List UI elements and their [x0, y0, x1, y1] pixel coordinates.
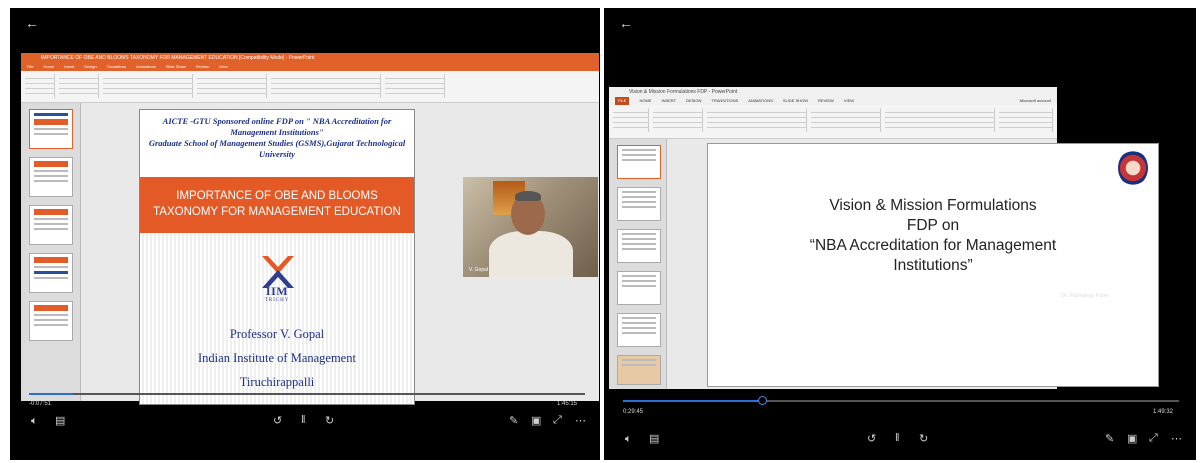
drawing-group[interactable] [271, 74, 381, 98]
thumbnail-1[interactable] [29, 109, 73, 149]
logo-subtext: TRICHY [264, 298, 290, 303]
slide-title: Vision & Mission Formulations FDP on “NB… [809, 197, 1057, 274]
pen-icon[interactable]: ✎ [1105, 432, 1114, 445]
webcam-video: V. Gopal [463, 177, 598, 277]
slide-title-band: IMPORTANCE OF OBE AND BLOOMS TAXONOMY FO… [140, 177, 414, 233]
tab-home[interactable]: Home [43, 63, 54, 71]
ppt-ribbon-tabs: File Home Insert Design Transitions Anim… [21, 63, 599, 71]
tab-insert[interactable]: Insert [64, 63, 74, 71]
thumbnail-3[interactable] [617, 229, 661, 263]
tab-file[interactable]: File [27, 63, 33, 71]
pause-icon[interactable]: ‖ [895, 432, 900, 444]
tab-slide-show[interactable]: SLIDE SHOW [783, 97, 808, 105]
thumbnail-4[interactable] [617, 271, 661, 305]
back-arrow-icon[interactable]: ← [25, 15, 39, 31]
rewind-icon[interactable]: ↺ [867, 432, 876, 445]
tab-review[interactable]: REVIEW [818, 97, 834, 105]
thumbnail-3[interactable] [29, 205, 73, 245]
editing-group[interactable] [999, 108, 1053, 132]
tab-design[interactable]: Design [84, 63, 96, 71]
rewind-icon[interactable]: ↺ [273, 414, 282, 427]
emblem-icon [1118, 150, 1148, 186]
drawing-group[interactable] [885, 108, 995, 132]
font-group[interactable] [103, 74, 193, 98]
person-body [489, 231, 573, 277]
tab-view[interactable]: VIEW [844, 97, 854, 105]
font-group[interactable] [707, 108, 807, 132]
slide-thumbnails [609, 139, 667, 389]
captions-icon[interactable]: ▤ [55, 414, 65, 427]
ppt-ribbon [21, 71, 599, 103]
captions-icon[interactable]: ▤ [649, 432, 659, 445]
thumbnail-5[interactable] [29, 301, 73, 341]
ppt-title-bar: Vision & Mission Formulations FDP - Powe… [609, 87, 1057, 97]
clipboard-group[interactable] [25, 74, 55, 98]
tab-insert[interactable]: INSERT [661, 97, 676, 105]
progress-bar[interactable] [29, 393, 585, 395]
tab-design[interactable]: DESIGN [686, 97, 701, 105]
paragraph-group[interactable] [197, 74, 267, 98]
thumbnail-4[interactable] [29, 253, 73, 293]
thumbnail-1[interactable] [617, 145, 661, 179]
tab-view[interactable]: View [219, 63, 228, 71]
forward-icon[interactable]: ↻ [325, 414, 334, 427]
tab-home[interactable]: HOME [639, 97, 651, 105]
slides-group[interactable] [59, 74, 99, 98]
slide-thumbnails [21, 103, 81, 401]
progress-knob[interactable] [758, 396, 767, 405]
current-slide: Vision & Mission Formulations FDP on “NB… [707, 143, 1159, 387]
more-icon[interactable]: ⋯ [575, 414, 586, 427]
volume-icon[interactable]: 🔈︎ [625, 433, 632, 446]
tab-transitions[interactable]: Transitions [107, 63, 126, 71]
tab-file[interactable]: FILE [615, 97, 630, 105]
speaker-name: Dr. Pankajray Patel [1061, 293, 1109, 299]
account-link[interactable]: Microsoft account [1020, 97, 1057, 105]
expand-icon[interactable]: ⤢ [553, 414, 562, 427]
progress-fill [29, 393, 74, 395]
tab-slide-show[interactable]: Slide Show [166, 63, 186, 71]
pen-icon[interactable]: ✎ [509, 414, 518, 427]
tab-animations[interactable]: Animations [136, 63, 156, 71]
time-elapsed: 0:29:45 [623, 409, 644, 415]
expand-icon[interactable]: ⤢ [1149, 432, 1158, 445]
paragraph-group[interactable] [811, 108, 881, 132]
ppt-title-bar: IMPORTANCE OF OBE AND BLOOMS TAXONOMY FO… [21, 53, 599, 63]
progress-fill [623, 400, 762, 402]
miniplayer-icon[interactable]: ▣ [531, 414, 541, 427]
volume-icon[interactable]: 🔈︎ [31, 415, 38, 428]
presenter-block: Professor V. Gopal Indian Institute of M… [198, 327, 356, 389]
logo-text: IIM [265, 284, 289, 298]
thumbnail-6[interactable] [617, 355, 661, 385]
back-arrow-icon[interactable]: ← [619, 15, 633, 31]
current-slide: AICTE -GTU Sponsored online FDP on " NBA… [139, 109, 415, 405]
left-video-panel: ← IMPORTANCE OF OBE AND BLOOMS TAXONOMY … [10, 8, 600, 460]
time-elapsed: -0:07:51 [29, 401, 52, 407]
slides-group[interactable] [653, 108, 703, 132]
thumbnail-5[interactable] [617, 313, 661, 347]
slide-header: AICTE -GTU Sponsored online FDP on " NBA… [148, 116, 406, 159]
editing-group[interactable] [385, 74, 445, 98]
webcam-name: V. Gopal [469, 267, 488, 273]
forward-icon[interactable]: ↻ [919, 432, 928, 445]
more-icon[interactable]: ⋯ [1171, 432, 1182, 445]
thumbnail-2[interactable] [617, 187, 661, 221]
time-total: 1:45:15 [557, 401, 578, 407]
miniplayer-icon[interactable]: ▣ [1127, 432, 1137, 445]
ppt-ribbon [609, 105, 1057, 139]
clipboard-group[interactable] [613, 108, 649, 132]
time-total: 1:49:32 [1153, 409, 1174, 415]
ppt-ribbon-tabs: FILE HOME INSERT DESIGN TRANSITIONS ANIM… [609, 97, 1057, 105]
pause-icon[interactable]: ‖ [301, 414, 306, 426]
person-hair [515, 191, 541, 201]
right-video-panel: ← Vision & Mission Formulations FDP - Po… [604, 8, 1196, 460]
tab-review[interactable]: Review [196, 63, 209, 71]
tab-transitions[interactable]: TRANSITIONS [711, 97, 738, 105]
progress-bar[interactable] [623, 400, 1179, 402]
tab-animations[interactable]: ANIMATIONS [748, 97, 773, 105]
thumbnail-2[interactable] [29, 157, 73, 197]
